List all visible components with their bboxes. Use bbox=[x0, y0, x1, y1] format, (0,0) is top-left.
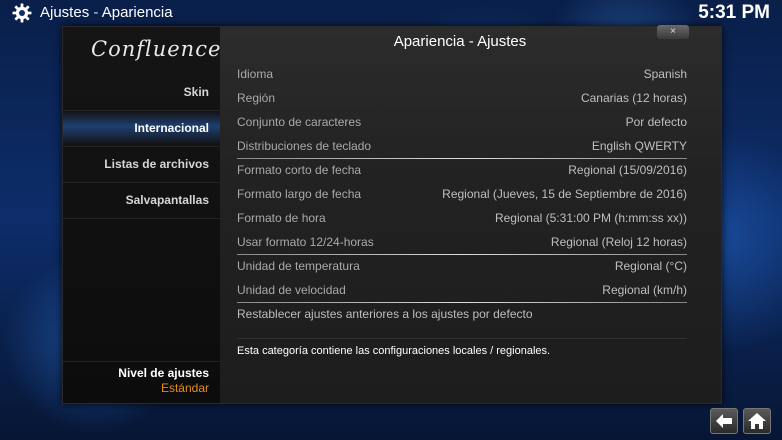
sidebar-item-label: Listas de archivos bbox=[104, 157, 209, 171]
back-button[interactable] bbox=[710, 408, 738, 434]
setting-label: Formato de hora bbox=[237, 211, 326, 225]
settings-panel: Apariencia - Ajustes × Idioma Spanish Re… bbox=[220, 25, 721, 403]
reset-label: Restablecer ajustes anteriores a los aju… bbox=[237, 307, 533, 321]
setting-row-unidad-de-temperatura[interactable]: Unidad de temperatura Regional (°C) bbox=[237, 254, 687, 278]
confluence-logo: Confluence bbox=[91, 37, 222, 61]
breadcrumb: Ajustes - Apariencia bbox=[40, 4, 173, 21]
setting-label: Conjunto de caracteres bbox=[237, 115, 362, 129]
setting-label: Unidad de velocidad bbox=[237, 283, 346, 297]
breadcrumb-page: Apariencia bbox=[101, 4, 173, 21]
sidebar-item-label: Skin bbox=[183, 85, 209, 99]
setting-value: Regional (15/09/2016) bbox=[568, 163, 687, 177]
setting-label: Unidad de temperatura bbox=[237, 259, 360, 273]
setting-value: Regional (°C) bbox=[614, 259, 687, 273]
sidebar-item-internacional[interactable]: Internacional bbox=[63, 111, 220, 145]
breadcrumb-section: Ajustes bbox=[40, 4, 90, 21]
sidebar-item-skin[interactable]: Skin bbox=[63, 75, 220, 109]
setting-label: Usar formato 12/24-horas bbox=[237, 235, 374, 249]
setting-value: English QWERTY bbox=[591, 139, 687, 153]
top-bar: Ajustes - Apariencia 5:31 PM bbox=[0, 0, 782, 26]
setting-row-conjunto-de-caracteres[interactable]: Conjunto de caracteres Por defecto bbox=[237, 110, 687, 134]
home-icon bbox=[748, 413, 766, 429]
setting-label: Formato corto de fecha bbox=[237, 163, 362, 177]
close-button[interactable]: × bbox=[657, 25, 689, 39]
sidebar-item-label: Salvapantallas bbox=[125, 193, 209, 207]
dialog-title: Apariencia - Ajustes bbox=[393, 33, 527, 50]
reset-defaults-button[interactable]: Restablecer ajustes anteriores a los aju… bbox=[237, 302, 687, 326]
category-description: Esta categoría contiene las configuracio… bbox=[237, 345, 551, 357]
home-button[interactable] bbox=[743, 408, 771, 434]
close-icon: × bbox=[670, 26, 676, 37]
setting-value: Canarias (12 horas) bbox=[580, 91, 687, 105]
gear-icon[interactable] bbox=[12, 3, 32, 23]
setting-row-formato-12-24-horas[interactable]: Usar formato 12/24-horas Regional (Reloj… bbox=[237, 230, 687, 254]
sidebar: Confluence Skin Internacional Listas de … bbox=[63, 27, 220, 403]
divider bbox=[63, 218, 220, 219]
back-arrow-icon bbox=[716, 414, 732, 428]
clock: 5:31 PM bbox=[698, 2, 770, 23]
divider bbox=[63, 361, 220, 362]
settings-level-label: Nivel de ajustes bbox=[118, 366, 209, 380]
setting-label: Región bbox=[237, 91, 276, 105]
setting-value: Regional (km/h) bbox=[602, 283, 687, 297]
setting-label: Idioma bbox=[237, 67, 274, 81]
divider bbox=[237, 338, 687, 339]
setting-value: Regional (5:31:00 PM (h:mm:ss xx)) bbox=[494, 211, 687, 225]
sidebar-item-label: Internacional bbox=[134, 121, 209, 135]
setting-row-formato-largo-de-fecha[interactable]: Formato largo de fecha Regional (Jueves,… bbox=[237, 182, 687, 206]
setting-row-unidad-de-velocidad[interactable]: Unidad de velocidad Regional (km/h) bbox=[237, 278, 687, 302]
setting-value: Regional (Reloj 12 horas) bbox=[550, 235, 687, 249]
setting-row-idioma[interactable]: Idioma Spanish bbox=[237, 62, 687, 86]
setting-row-formato-de-hora[interactable]: Formato de hora Regional (5:31:00 PM (h:… bbox=[237, 206, 687, 230]
sidebar-item-salvapantallas[interactable]: Salvapantallas bbox=[63, 183, 220, 217]
setting-row-distribuciones-de-teclado[interactable]: Distribuciones de teclado English QWERTY bbox=[237, 134, 687, 158]
setting-value: Regional (Jueves, 15 de Septiembre de 20… bbox=[442, 187, 687, 201]
setting-value: Spanish bbox=[643, 67, 687, 81]
setting-value: Por defecto bbox=[625, 115, 687, 129]
setting-row-region[interactable]: Región Canarias (12 horas) bbox=[237, 86, 687, 110]
setting-label: Formato largo de fecha bbox=[237, 187, 362, 201]
setting-label: Distribuciones de teclado bbox=[237, 139, 372, 153]
settings-dialog: Confluence Skin Internacional Listas de … bbox=[62, 25, 722, 404]
settings-level-value[interactable]: Estándar bbox=[161, 381, 209, 395]
breadcrumb-separator: - bbox=[93, 4, 99, 21]
setting-row-formato-corto-de-fecha[interactable]: Formato corto de fecha Regional (15/09/2… bbox=[237, 158, 687, 182]
sidebar-item-listas-de-archivos[interactable]: Listas de archivos bbox=[63, 147, 220, 181]
